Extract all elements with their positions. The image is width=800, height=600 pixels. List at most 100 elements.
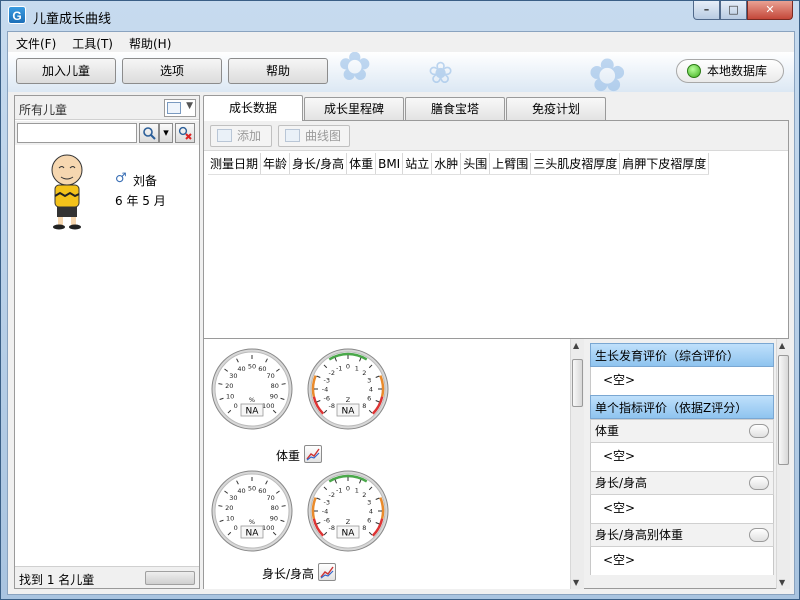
scroll-thumb[interactable] [778, 355, 789, 465]
search-input[interactable] [17, 123, 137, 143]
gauge-tick-label: 100 [262, 524, 274, 532]
gauge-value: NA [246, 407, 260, 417]
scroll-down-icon[interactable]: ▼ [779, 578, 785, 587]
tab-milestones[interactable]: 成长里程碑 [304, 97, 404, 121]
scroll-down-icon[interactable]: ▼ [573, 578, 579, 587]
status-led-icon [687, 64, 701, 78]
tab-diet-pyramid[interactable]: 膳食宝塔 [405, 97, 505, 121]
scroll-thumb[interactable] [572, 359, 583, 407]
flower-decoration-icon: ❀ [428, 56, 454, 91]
gauge-tick-label: 30 [229, 494, 237, 502]
menu-help[interactable]: 帮助(H) [121, 32, 179, 52]
gauge-tick-label: -1 [336, 486, 342, 494]
search-options-chevron-icon[interactable]: ▾ [159, 123, 173, 143]
add-record-button[interactable]: 添加 [210, 125, 272, 147]
column-header[interactable]: 三头肌皮褶厚度 [531, 153, 621, 174]
gauge-tick-label: 90 [270, 515, 278, 523]
child-filter-bar: 所有儿童 ▼ [15, 96, 199, 120]
app-window: G 儿童成长曲线 – □ ✕ 文件(F) 工具(T) 帮助(H) ✿ ❀ ✿ 加… [0, 0, 800, 600]
gauge-tick-label: 8 [362, 524, 366, 532]
evaluation-list: 生长发育评价（综合评价） <空> 单个指标评价（依据Z评分） 体重 <空> 身长… [590, 343, 774, 585]
gauge-tick-label: 0 [234, 402, 238, 410]
expand-toggle[interactable] [749, 476, 769, 490]
window-title: 儿童成长曲线 [33, 12, 112, 27]
gauge-tick-label: -6 [324, 394, 330, 402]
gauge-tick-label: 40 [237, 365, 245, 373]
scroll-up-icon[interactable]: ▲ [573, 341, 579, 350]
tab-growth-data[interactable]: 成长数据 [203, 95, 303, 121]
gauge-row-label: 体重 [276, 449, 301, 463]
gauge-tick-label: -1 [336, 364, 342, 372]
indicator-value: <空> [590, 495, 774, 523]
column-header[interactable]: 体重 [347, 153, 377, 174]
options-button[interactable]: 选项 [122, 58, 222, 84]
growth-data-pane: 添加 曲线图 测量日期 年龄 身长/身高 体重 BMI 站立 水肿 头围 上臂围… [203, 120, 790, 589]
gauge-tick-label: -3 [324, 499, 330, 507]
menu-file[interactable]: 文件(F) [8, 32, 64, 52]
expand-toggle[interactable] [749, 424, 769, 438]
gauge-tick-label: 0 [234, 524, 238, 532]
column-header[interactable]: 肩胛下皮褶厚度 [620, 153, 710, 174]
gauge-tick-label: 50 [248, 363, 256, 371]
gauge-row-label: 身长/身高 [262, 567, 315, 581]
indicator-value: <空> [590, 547, 774, 575]
menu-tools[interactable]: 工具(T) [64, 32, 121, 52]
close-button[interactable]: ✕ [747, 1, 793, 20]
chart-icon[interactable] [318, 563, 336, 581]
gauge-tick [218, 505, 223, 507]
column-header[interactable]: 头围 [461, 153, 491, 174]
gauge-tick-label: 70 [266, 372, 274, 380]
filter-dropdown[interactable]: ▼ [164, 99, 196, 117]
gauge-tick-label: 100 [262, 402, 274, 410]
chart-button[interactable]: 曲线图 [278, 125, 350, 147]
column-header[interactable]: 测量日期 [208, 153, 262, 174]
gauge-tick-label: 20 [225, 382, 233, 390]
tab-immunization[interactable]: 免疫计划 [506, 97, 606, 121]
indicator-height: 身长/身高 [590, 471, 774, 495]
gauge-tick [218, 383, 223, 385]
child-age: 6 年 5 月 [115, 194, 166, 208]
gauge-unit: Z [346, 518, 351, 526]
database-status[interactable]: 本地数据库 [676, 59, 784, 83]
scroll-up-icon[interactable]: ▲ [779, 341, 785, 350]
gauge-scrollbar[interactable]: ▲ ▼ [570, 339, 584, 589]
evaluation-scrollbar[interactable]: ▲ ▼ [776, 339, 790, 589]
z-score-gauge: -8-6-4-3-2-1 0 123468 Z NA [307, 348, 389, 430]
gauge-tick-label: 4 [369, 386, 373, 394]
chart-icon[interactable] [304, 445, 322, 463]
gauge-value: NA [342, 529, 356, 539]
gauge-tick-label: 3 [367, 377, 371, 385]
column-header[interactable]: 身长/身高 [290, 153, 348, 174]
gauge-tick-label: 0 [346, 485, 350, 493]
footer-scroll-handle[interactable] [145, 571, 195, 585]
overall-evaluation-value: <空> [590, 367, 774, 395]
gauge-unit: % [249, 396, 255, 404]
gauge-tick-label: 70 [266, 494, 274, 502]
maximize-button[interactable]: □ [720, 1, 747, 20]
gauge-tick-label: 0 [346, 363, 350, 371]
percentile-gauge: 010 20 3040 50 6070 80 90100% NA [211, 348, 293, 430]
column-header[interactable]: 上臂围 [490, 153, 532, 174]
expand-toggle[interactable] [749, 528, 769, 542]
column-header[interactable]: 年龄 [261, 153, 291, 174]
gauge-tick-label: 2 [362, 369, 366, 377]
title-bar[interactable]: G 儿童成长曲线 – □ ✕ [1, 1, 799, 31]
gauge-tick-label: -2 [328, 491, 334, 499]
chart-button-label: 曲线图 [305, 129, 342, 143]
clear-search-icon[interactable] [175, 123, 195, 143]
minimize-button[interactable]: – [693, 1, 720, 20]
column-header[interactable]: 水肿 [432, 153, 462, 174]
pane-toolbar: 添加 曲线图 [204, 121, 788, 151]
help-button[interactable]: 帮助 [228, 58, 328, 84]
gauge-tick-label: 60 [258, 487, 266, 495]
search-icon[interactable] [139, 123, 159, 143]
gauge-tick-label: 80 [271, 382, 279, 390]
column-header[interactable]: BMI [376, 153, 404, 174]
add-child-button[interactable]: 加入儿童 [16, 58, 116, 84]
filter-swatch-icon [167, 102, 181, 114]
add-record-icon [217, 129, 232, 142]
child-list-footer: 找到 1 名儿童 [15, 566, 199, 588]
column-header[interactable]: 站立 [403, 153, 433, 174]
list-item[interactable]: ♂ 刘备 6 年 5 月 [29, 150, 189, 240]
male-icon: ♂ [115, 171, 127, 186]
